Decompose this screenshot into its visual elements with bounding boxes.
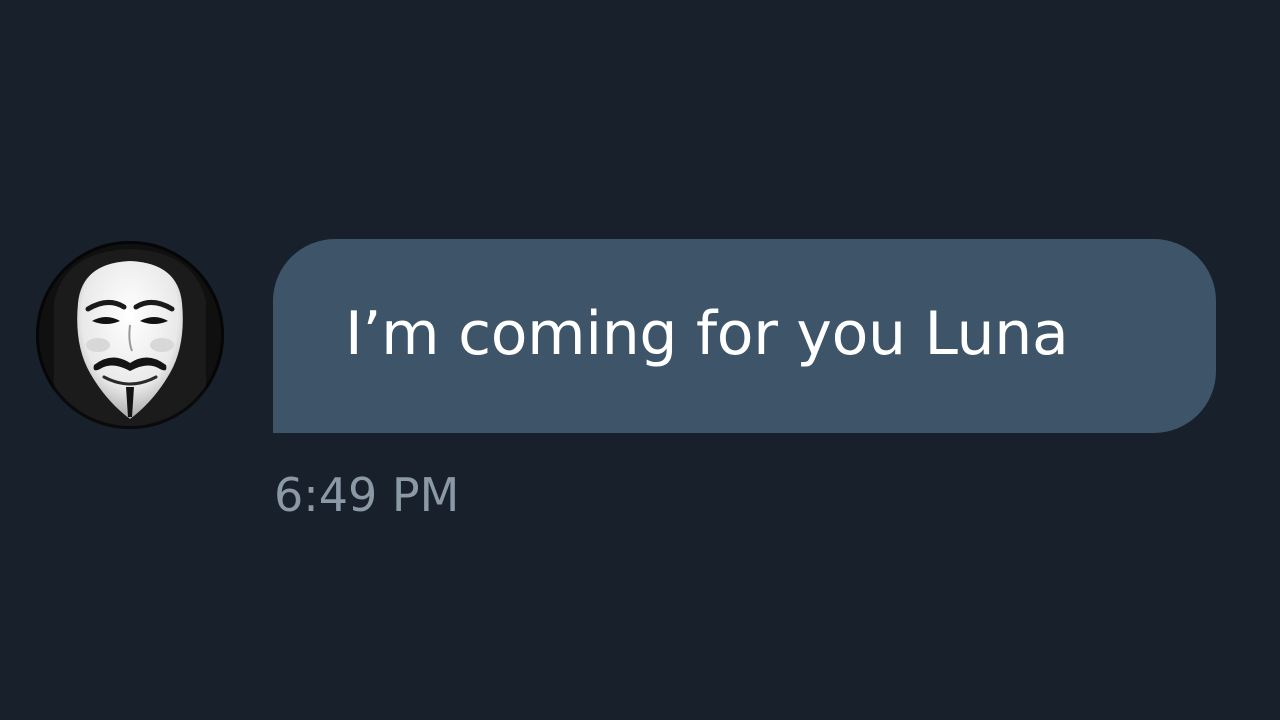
message-row: I’m coming for you Luna 6:49 PM [0, 0, 1280, 720]
message-timestamp: 6:49 PM [274, 468, 460, 522]
message-bubble[interactable]: I’m coming for you Luna [273, 239, 1216, 433]
message-text: I’m coming for you Luna [345, 299, 1069, 369]
sender-avatar[interactable] [36, 241, 224, 429]
guy-fawkes-mask-icon [36, 241, 224, 429]
